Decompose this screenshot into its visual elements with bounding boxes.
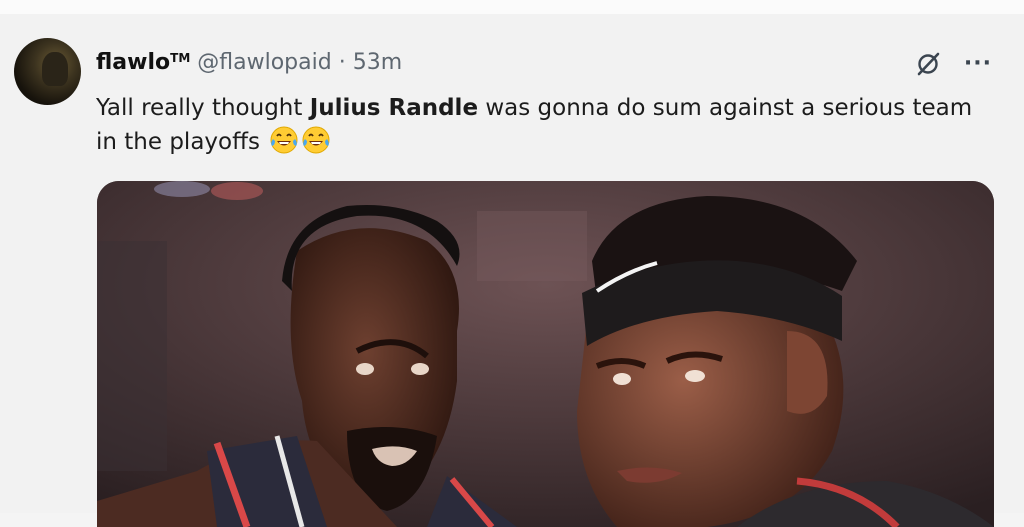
grok-icon[interactable] <box>914 50 942 78</box>
avatar-figure <box>42 52 68 86</box>
tweet-text-before: Yall really thought <box>96 95 310 121</box>
handle[interactable]: @flawlopaid <box>197 50 331 75</box>
tweet-text-bold: Julius Randle <box>309 95 479 121</box>
display-name-text: flawlo <box>96 50 171 75</box>
tears-of-joy-emoji-icon <box>302 126 330 154</box>
tweet-tools: ··· <box>914 50 992 78</box>
separator: · <box>338 50 346 75</box>
tweet-text: Yall really thought Julius Randle was go… <box>96 92 996 159</box>
tweet-media-image[interactable] <box>97 181 994 527</box>
display-name[interactable]: flawloTM <box>96 50 190 75</box>
more-icon[interactable]: ··· <box>964 53 992 75</box>
avatar[interactable] <box>14 38 81 105</box>
tweet-header: flawloTM @flawlopaid · 53m <box>96 50 402 75</box>
top-bar <box>0 0 1024 14</box>
timestamp[interactable]: 53m <box>353 50 402 75</box>
tweet-card[interactable]: flawloTM @flawlopaid · 53m ··· Yall real… <box>0 14 1024 527</box>
trademark-mark: TM <box>170 51 191 65</box>
tears-of-joy-emoji-icon <box>270 126 298 154</box>
